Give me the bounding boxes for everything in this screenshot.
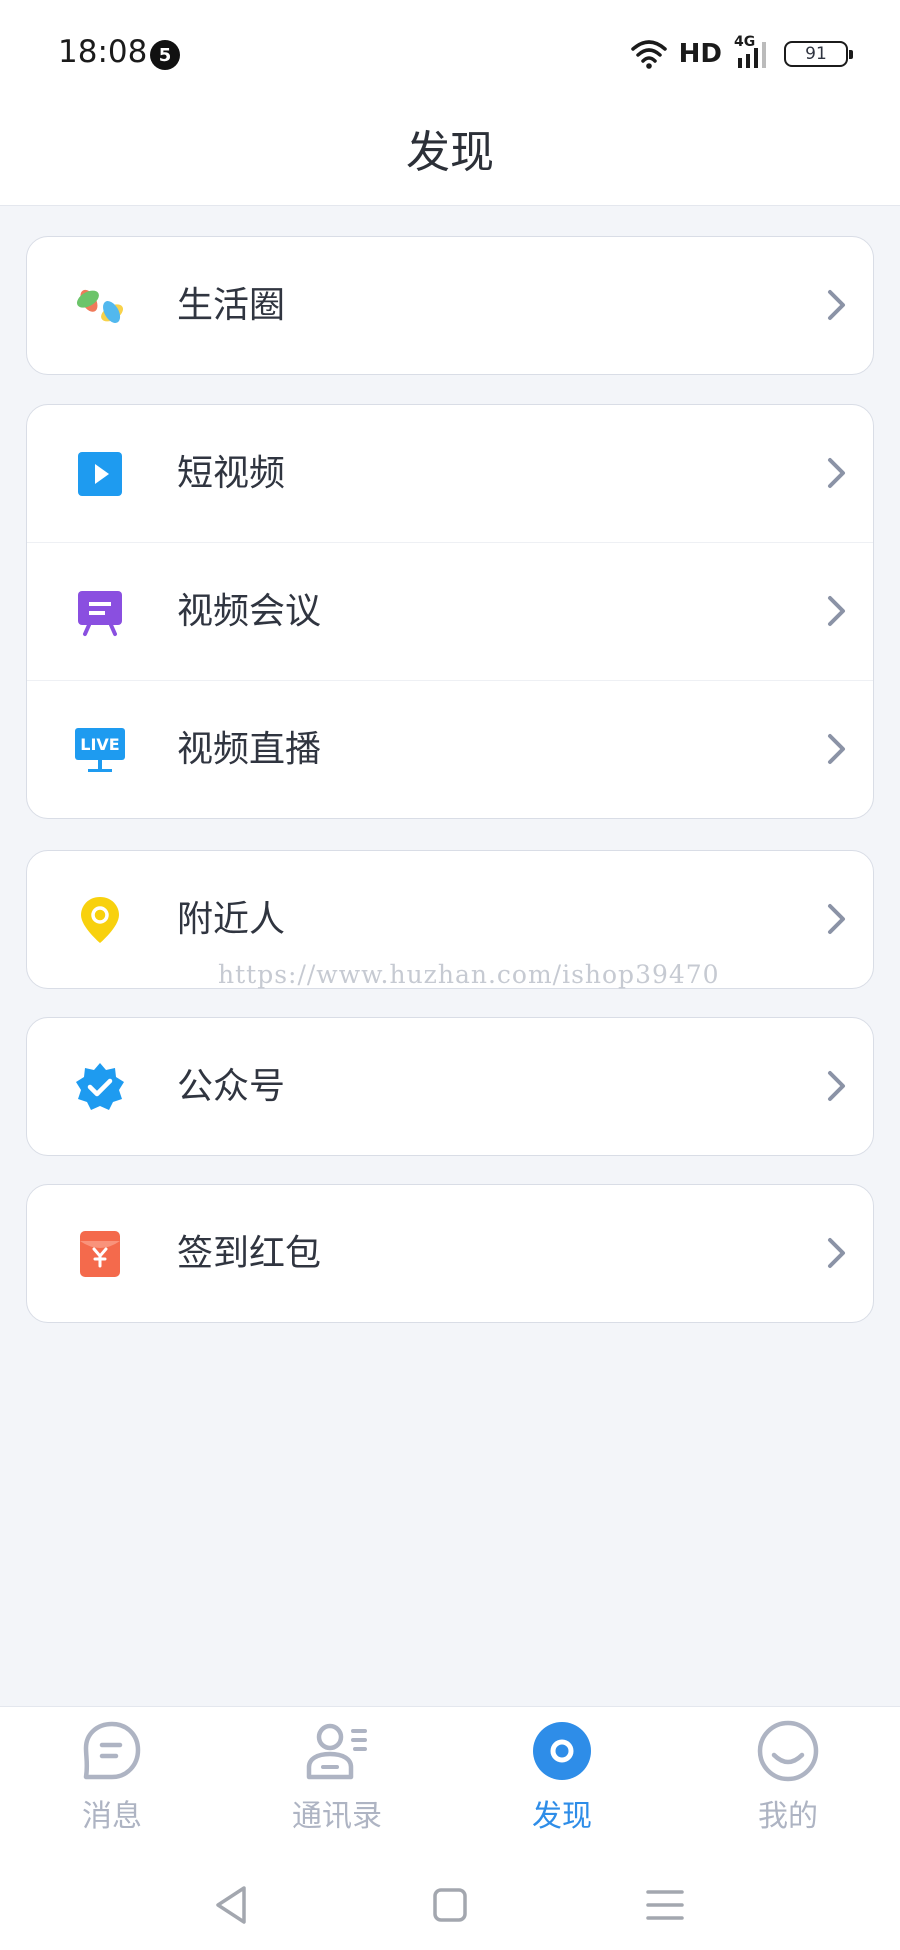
chevron-right-icon xyxy=(828,904,845,934)
tab-label: 我的 xyxy=(758,1799,818,1834)
contacts-icon xyxy=(306,1723,367,1780)
chevron-right-icon xyxy=(828,458,845,488)
battery-indicator: 91 xyxy=(784,41,853,67)
discover-icon xyxy=(533,1722,591,1780)
page-title: 发现 xyxy=(406,127,494,178)
menu-item-label: 签到红包 xyxy=(177,1233,322,1274)
tab-me[interactable]: 我的 xyxy=(718,1719,858,1835)
bottom-tab-bar: 消息 通讯录 发现 我的 xyxy=(0,1706,900,1861)
live-screen-icon: LIVE xyxy=(75,725,125,775)
menu-item-live[interactable]: LIVE 视频直播 xyxy=(27,680,873,818)
menu-item-label: 生活圈 xyxy=(177,285,286,326)
menu-item-official-accounts[interactable]: 公众号 xyxy=(27,1018,873,1155)
watermark-text: https://www.huzhan.com/ishop39470 xyxy=(218,960,720,989)
chevron-right-icon xyxy=(828,290,845,320)
page-header: 发现 xyxy=(0,100,900,206)
menu-item-label: 视频直播 xyxy=(177,729,322,770)
verified-badge-icon xyxy=(76,1063,124,1110)
moments-card: 生活圈 xyxy=(26,236,874,375)
live-badge-text: LIVE xyxy=(75,728,125,760)
tab-discover[interactable]: 发现 xyxy=(492,1719,632,1835)
red-envelope-icon xyxy=(80,1231,120,1277)
chevron-right-icon xyxy=(828,1071,845,1101)
menu-item-label: 附近人 xyxy=(177,899,286,940)
tab-messages[interactable]: 消息 xyxy=(42,1719,182,1835)
pinwheel-icon xyxy=(76,289,124,323)
tab-label: 通讯录 xyxy=(292,1799,382,1834)
chevron-right-icon xyxy=(828,1238,845,1268)
status-indicators: HD 4G 91 xyxy=(630,34,853,72)
menu-item-label: 视频会议 xyxy=(177,591,322,632)
meeting-board-icon xyxy=(78,591,122,636)
smiley-icon xyxy=(757,1720,819,1782)
status-time: 18:08 xyxy=(58,34,148,70)
menu-item-checkin[interactable]: 签到红包 xyxy=(27,1185,873,1322)
menu-item-video-meeting[interactable]: 视频会议 xyxy=(27,542,873,680)
menu-item-moments[interactable]: 生活圈 xyxy=(27,237,873,374)
tab-label: 消息 xyxy=(82,1799,142,1834)
checkin-card: 签到红包 xyxy=(26,1184,874,1323)
play-icon xyxy=(78,452,122,496)
wifi-icon xyxy=(630,40,667,69)
menu-item-label: 公众号 xyxy=(177,1066,286,1107)
hd-label: HD xyxy=(678,39,722,69)
tab-label: 发现 xyxy=(532,1799,592,1834)
menu-lines-icon[interactable] xyxy=(642,1882,688,1928)
tab-contacts[interactable]: 通讯录 xyxy=(267,1719,407,1835)
menu-item-short-video[interactable]: 短视频 xyxy=(27,405,873,542)
location-pin-icon xyxy=(81,897,119,943)
official-accounts-card: 公众号 xyxy=(26,1017,874,1156)
notification-count-badge: 5 xyxy=(150,40,180,70)
video-card: 短视频 视频会议 LIVE 视频直播 xyxy=(26,404,874,819)
chat-bubble-icon xyxy=(83,1721,141,1780)
menu-item-label: 短视频 xyxy=(177,453,286,494)
system-navigation-bar xyxy=(0,1860,900,1950)
back-triangle-icon[interactable] xyxy=(210,1882,256,1928)
chevron-right-icon xyxy=(828,596,845,626)
cell-signal-icon: 4G xyxy=(734,34,772,70)
home-square-icon[interactable] xyxy=(427,1882,473,1928)
status-bar: 18:08 5 HD 4G 91 xyxy=(0,0,900,100)
chevron-right-icon xyxy=(828,734,845,764)
